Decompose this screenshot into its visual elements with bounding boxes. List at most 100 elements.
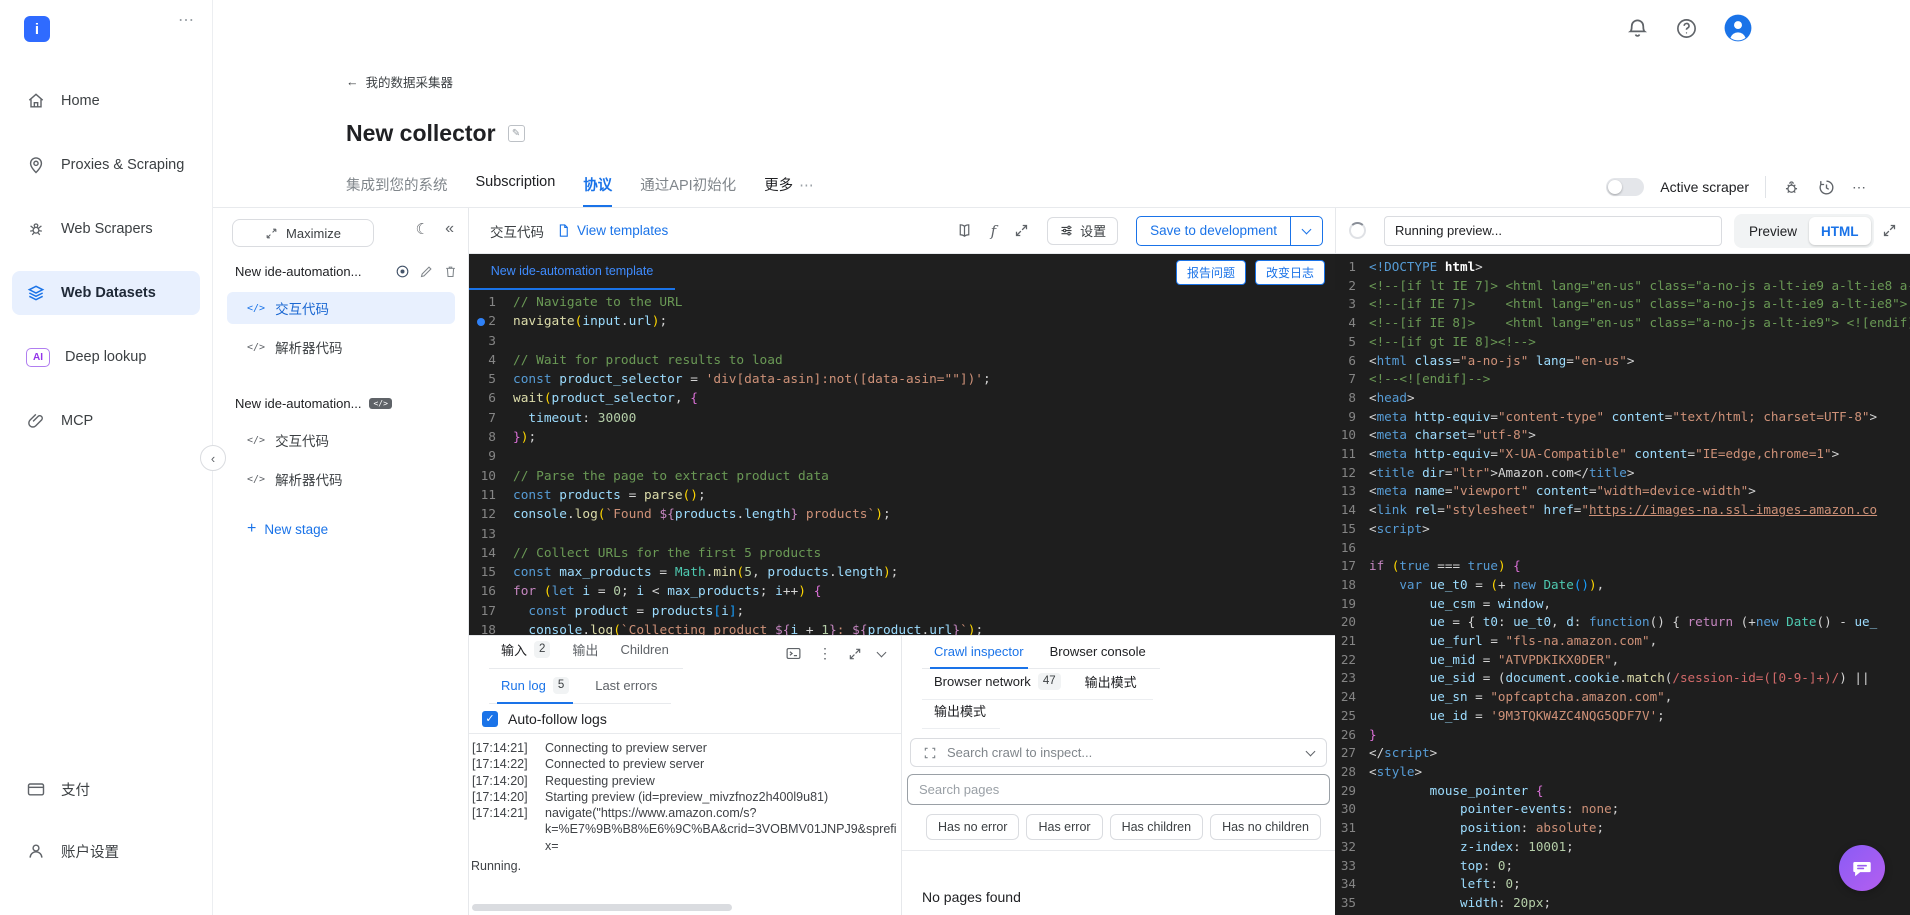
auto-follow-checkbox[interactable]: ✓ [482,710,498,727]
horizontal-scrollbar[interactable] [472,904,732,911]
notifications-bell-icon[interactable] [1626,17,1649,40]
report-issue-button[interactable]: 报告问题 [1175,259,1246,285]
changelog-button[interactable]: 改变日志 [1254,259,1325,285]
html-tab[interactable]: HTML [1809,217,1871,245]
code-line: 6 wait(product_selector, { [469,389,1335,408]
tab-output-mode[interactable]: 输出模式 [1085,672,1137,691]
collapse-panel-icon[interactable]: « [445,220,454,238]
expand-editor-icon[interactable] [1014,223,1029,238]
save-button[interactable]: Save to development [1137,217,1290,245]
html-preview-code[interactable]: 1 <!DOCTYPE html> 2 <!--[if lt IE 7]> <html… [1335,254,1910,915]
log-line: [17:14:21] navigate("https://www.amazon.c… [472,806,757,821]
code-line: 35 width: 20px; [1335,894,1910,913]
new-stage-button[interactable]: + New stage [247,520,328,538]
debug-bug-icon[interactable] [1782,178,1801,197]
search-pages-input[interactable] [907,774,1330,805]
trash-icon[interactable] [443,264,458,279]
line-number: 7 [488,410,496,426]
line-number: 6 [488,391,496,407]
filter-has-error[interactable]: Has error [1026,814,1103,840]
sidebar-item-web-scrapers[interactable]: Web Scrapers [12,207,200,251]
sidebar-item-home[interactable]: Home [12,79,200,123]
code-line: 14// Collect URLs for the first 5 produc… [469,544,1335,563]
terminal-icon[interactable] [785,645,802,662]
function-icon[interactable]: f [991,222,997,240]
tree-item-interaction-code[interactable]: </> 交互代码 [227,292,455,324]
more-actions-icon[interactable]: ⋯ [1852,179,1868,196]
line-number: 13 [480,526,496,542]
sidebar-item-billing[interactable]: 支付 [12,767,200,811]
app-logo[interactable]: i [24,16,50,42]
filter-has-no-error[interactable]: Has no error [926,814,1020,840]
code-line: 10 <meta charset="utf-8"> [1335,426,1910,445]
tab-input[interactable]: 输入 2 [501,640,551,659]
divider [902,850,1335,851]
page-header: ← 我的数据采集器 New collector ✎ 集成到您的系统 Subscr… [213,0,1910,208]
save-options-caret[interactable] [1290,216,1322,245]
tab-crawl-inspector[interactable]: Crawl inspector [930,644,1028,669]
stage-group-header[interactable]: New ide-automation... [235,264,458,279]
tree-item-interaction-code[interactable]: </> 交互代码 [227,424,455,456]
sidebar-item-web-datasets[interactable]: Web Datasets [12,271,200,315]
tab-run-log[interactable]: Run log 5 [496,677,574,704]
code-editor[interactable]: 1// Navigate to the URL 2 navigate(input.u… [469,290,1335,635]
chat-support-button[interactable] [1839,845,1885,891]
maximize-button[interactable]: Maximize [232,219,374,247]
crawl-inspector-panel: Crawl inspector Browser console Browser … [901,635,1335,915]
dark-mode-icon[interactable]: ☾ [416,220,429,238]
sidebar-item-mcp[interactable]: MCP [12,399,200,443]
edit-title-icon[interactable]: ✎ [507,125,525,142]
code-line: 20 ue = { t0: ue_t0, d: function() { ret… [1335,613,1910,632]
active-scraper-toggle[interactable] [1606,178,1645,196]
docs-book-icon[interactable] [956,222,973,239]
history-clock-icon[interactable] [1817,178,1836,197]
collapse-chevron-icon[interactable] [876,647,887,657]
template-tab[interactable]: New ide-automation template [469,254,675,290]
settings-button[interactable]: 设置 [1047,216,1119,245]
kebab-menu-icon[interactable]: ⋮ [818,645,832,662]
line-number: 10 [1340,427,1356,443]
preview-mode-switch: Preview HTML [1734,214,1874,248]
tab-protocol[interactable]: 协议 [583,174,613,208]
crawl-search-select[interactable]: Search crawl to inspect... [910,738,1327,767]
filter-has-no-children[interactable]: Has no children [1210,814,1321,840]
preview-tab[interactable]: Preview [1737,217,1809,245]
sidebar-item-deep-lookup[interactable]: AI Deep lookup [12,335,200,379]
tab-browser-network[interactable]: Browser network 47 [934,673,1061,690]
collapse-sidebar-handle[interactable]: ‹ [200,445,226,471]
view-templates-link[interactable]: View templates [556,223,668,238]
main-tabs: 集成到您的系统 Subscription 协议 通过API初始化 更多 ⋯ [346,174,815,208]
tree-item-parser-code[interactable]: </> 解析器代码 [227,331,455,363]
tab-subscription[interactable]: Subscription [476,174,556,208]
avatar[interactable] [1724,14,1752,42]
tab-last-errors[interactable]: Last errors [595,678,657,693]
sidebar-item-label: 账户设置 [61,844,119,861]
sidebar-item-account-settings[interactable]: 账户设置 [12,829,200,873]
line-number: 9 [1348,408,1356,424]
tree-item-parser-code[interactable]: </> 解析器代码 [227,463,455,495]
tab-output[interactable]: 输出 [572,640,598,659]
help-icon[interactable] [1675,17,1698,40]
stage-group-header[interactable]: New ide-automation... </> [235,396,458,411]
tab-api-init[interactable]: 通过API初始化 [640,174,736,208]
code-line: 15 <script> [1335,520,1910,539]
breadcrumb[interactable]: ← 我的数据采集器 [346,72,453,91]
browser-target-icon[interactable] [395,264,410,279]
code-icon: </> [247,473,266,485]
code-icon: </> [247,302,266,314]
line-number: 11 [1340,446,1356,462]
edit-pencil-icon[interactable] [419,264,434,279]
tab-output-mode-2[interactable]: 输出模式 [934,701,986,720]
expand-panel-icon[interactable] [848,647,862,661]
sidebar-item-proxies[interactable]: Proxies & Scraping [12,143,200,187]
tab-children[interactable]: Children [620,642,668,657]
line-number: 6 [1348,352,1356,368]
sidebar-menu-icon[interactable]: ⋯ [178,10,196,30]
code-line: 15 const max_products = Math.min(5, produ… [469,563,1335,582]
tab-integrate[interactable]: 集成到您的系统 [346,174,448,208]
filter-has-children[interactable]: Has children [1109,814,1204,840]
tab-browser-console[interactable]: Browser console [1050,644,1146,659]
preview-status-field[interactable]: Running preview... [1384,216,1722,246]
expand-preview-icon[interactable] [1882,223,1897,238]
tab-more[interactable]: 更多 ⋯ [764,174,815,208]
